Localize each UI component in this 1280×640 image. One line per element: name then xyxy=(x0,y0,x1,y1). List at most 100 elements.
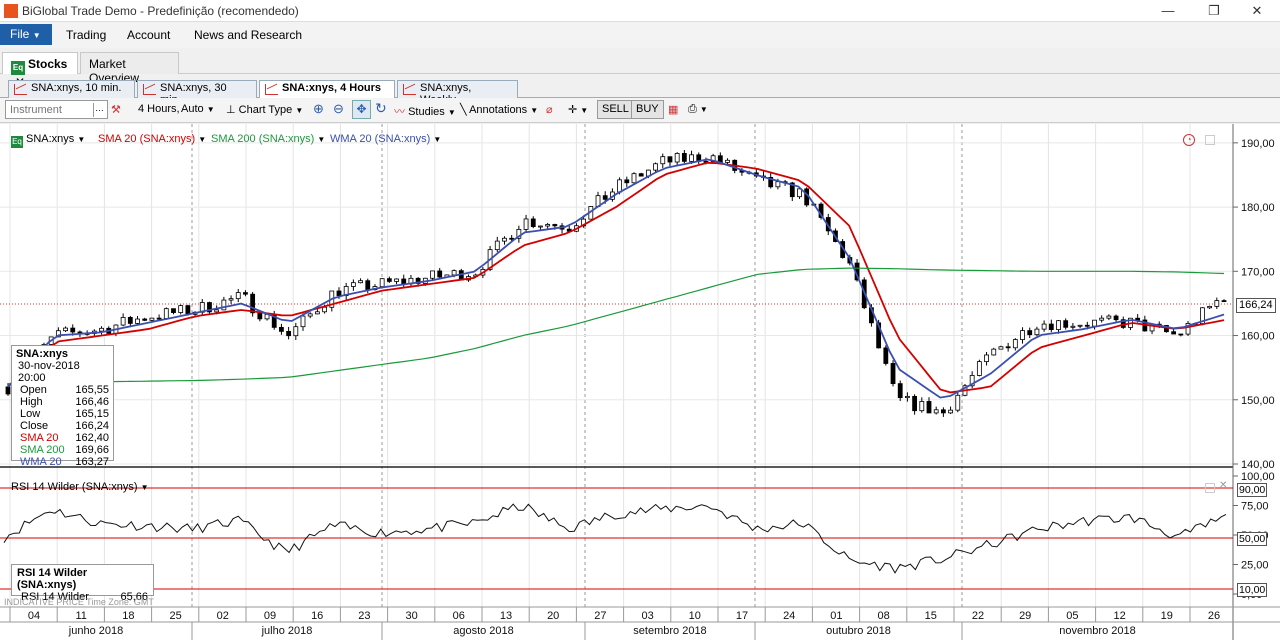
candle-body xyxy=(279,326,284,332)
symbol-label: SNA:xnys xyxy=(26,133,75,145)
candle-body xyxy=(494,240,500,251)
candle-body xyxy=(1092,319,1097,327)
menu-account[interactable]: Account xyxy=(119,26,178,44)
candle-body xyxy=(890,363,896,385)
rsi-legend[interactable]: RSI 14 Wilder (SNA:xnys) ▼ xyxy=(11,481,149,493)
candle-body xyxy=(135,318,140,324)
price-tick-label: 140,00 xyxy=(1241,459,1275,471)
date-tick-label: 16 xyxy=(311,610,323,622)
candle-body xyxy=(336,290,342,296)
chevron-down-icon[interactable]: ▼ xyxy=(77,135,85,144)
menu-trading[interactable]: Trading xyxy=(58,26,114,44)
rsi-pane-maximize-icon[interactable] xyxy=(1205,483,1215,493)
candle-body xyxy=(1214,300,1220,307)
price-tick-label: 150,00 xyxy=(1241,395,1275,407)
candle-body xyxy=(358,280,363,284)
candle-body xyxy=(689,154,694,162)
ohlc-row-label: Low xyxy=(20,408,41,420)
price-tick-label: 190,00 xyxy=(1241,138,1275,150)
close-button[interactable]: ✕ xyxy=(1234,0,1280,22)
eraser-icon[interactable]: ⌀ xyxy=(546,103,553,116)
candle-body xyxy=(1099,317,1105,321)
instrument-lookup-icon[interactable]: … xyxy=(93,103,105,117)
candle-body xyxy=(1048,323,1054,330)
ohlc-row: SMA 20 162,40 xyxy=(16,432,109,444)
ohlc-row-value: 166,46 xyxy=(75,396,109,408)
candle-body xyxy=(660,156,666,165)
date-tick-label: 06 xyxy=(453,610,465,622)
chart-area[interactable]: 04 11 18 25 02 09 16 23 30 06 13 20 27 03 10 17 24 01 08 15… xyxy=(0,124,1280,640)
zoom-out-icon[interactable]: ⊖ xyxy=(333,101,344,117)
candle-body xyxy=(667,156,673,163)
export-chart-icon[interactable]: ▦ xyxy=(668,103,678,116)
wma20-legend[interactable]: WMA 20 (SNA:xnys) ▼ xyxy=(330,133,441,145)
candle-body xyxy=(451,270,457,276)
zoom-in-icon[interactable]: ⊕ xyxy=(313,101,324,117)
sma20-line xyxy=(7,161,1225,394)
cursor-mode-button[interactable]: ✛ ▼ xyxy=(568,103,588,116)
clock-icon[interactable]: ◔ xyxy=(1183,134,1195,146)
interval-select[interactable]: 4 Hours, xyxy=(138,103,180,115)
candle-body xyxy=(322,306,327,313)
menu-news-research[interactable]: News and Research xyxy=(186,26,310,44)
sma20-legend[interactable]: SMA 20 (SNA:xnys) ▼ xyxy=(98,133,206,145)
price-chart[interactable]: 04 11 18 25 02 09 16 23 30 06 13 20 27 03 10 17 24 01 08 15… xyxy=(0,124,1280,640)
chart-tab-weekly[interactable]: SNA:xnys, Weekly xyxy=(397,80,518,106)
date-tick-label: 17 xyxy=(736,610,748,622)
studies-button[interactable]: 〰 Studies ▼ xyxy=(394,103,456,119)
minimize-button[interactable]: — xyxy=(1145,0,1191,22)
candle-body xyxy=(940,409,946,414)
candle-body xyxy=(250,293,256,314)
candle-body xyxy=(955,394,961,411)
candle-body xyxy=(127,317,133,324)
mode-select[interactable]: Auto ▼ xyxy=(181,103,215,115)
refresh-icon[interactable]: ↻ xyxy=(375,100,387,117)
chart-tab-4hours[interactable]: SNA:xnys, 4 Hours xyxy=(259,80,395,98)
ohlc-row-label: High xyxy=(20,396,43,408)
crosshair-toggle-icon[interactable]: ✥ xyxy=(352,100,371,119)
chart-icon xyxy=(403,84,416,95)
chevron-down-icon[interactable]: ▼ xyxy=(198,135,206,144)
candle-body xyxy=(1207,305,1213,309)
symbol-legend[interactable]: Eq SNA:xnys ▼ xyxy=(11,133,85,148)
date-tick-label: 03 xyxy=(641,610,653,622)
ohlc-row-value: 163,27 xyxy=(75,456,109,468)
candle-body xyxy=(1034,328,1040,336)
tab-stocks[interactable]: EqStocks ✕ xyxy=(2,52,78,89)
chevron-down-icon[interactable]: ▼ xyxy=(317,135,325,144)
candle-body xyxy=(1084,324,1090,327)
chevron-down-icon[interactable]: ▼ xyxy=(141,483,149,492)
chevron-down-icon[interactable]: ▼ xyxy=(433,135,441,144)
candle-body xyxy=(163,308,169,319)
restore-button[interactable]: ❐ xyxy=(1191,0,1237,22)
date-tick-label: 04 xyxy=(28,610,40,622)
tab-market-overview[interactable]: Market Overview xyxy=(80,52,179,85)
print-button[interactable]: ⎙ ▼ xyxy=(688,103,708,116)
rsi-pane-close-icon[interactable]: ✕ xyxy=(1219,480,1227,491)
candle-body xyxy=(156,317,162,320)
month-label: outubro 2018 xyxy=(826,625,891,637)
buy-button[interactable]: BUY xyxy=(631,100,664,119)
chart-type-button[interactable]: ⊥ Chart Type ▼ xyxy=(226,103,303,116)
candle-body xyxy=(214,309,220,313)
studies-label: Studies xyxy=(408,106,445,118)
candle-body xyxy=(1041,323,1047,330)
rsi-level-tag-10: 10,00 xyxy=(1237,583,1267,597)
chart-icon xyxy=(265,84,278,95)
line-tool-icon: ╲ xyxy=(460,104,467,116)
candle-body xyxy=(1178,333,1184,336)
ohlc-row-label: WMA 20 xyxy=(20,456,62,468)
instrument-tools-icon[interactable]: ⚒ xyxy=(111,103,121,116)
sma200-legend[interactable]: SMA 200 (SNA:xnys) ▼ xyxy=(211,133,325,145)
candle-body xyxy=(725,159,730,163)
wma20-line xyxy=(7,158,1225,399)
menu-file[interactable]: File ▼ xyxy=(0,24,52,45)
month-label: junho 2018 xyxy=(68,625,123,637)
chart-tab-10min[interactable]: SNA:xnys, 10 min. xyxy=(8,80,135,98)
annotations-button[interactable]: ╲ Annotations ▼ xyxy=(460,103,538,116)
sell-button[interactable]: SELL xyxy=(597,100,634,119)
chart-tab-30min[interactable]: SNA:xnys, 30 min. xyxy=(137,80,257,106)
pane-maximize-icon[interactable] xyxy=(1205,135,1215,145)
date-tick-label: 10 xyxy=(689,610,701,622)
candle-body xyxy=(63,327,68,332)
